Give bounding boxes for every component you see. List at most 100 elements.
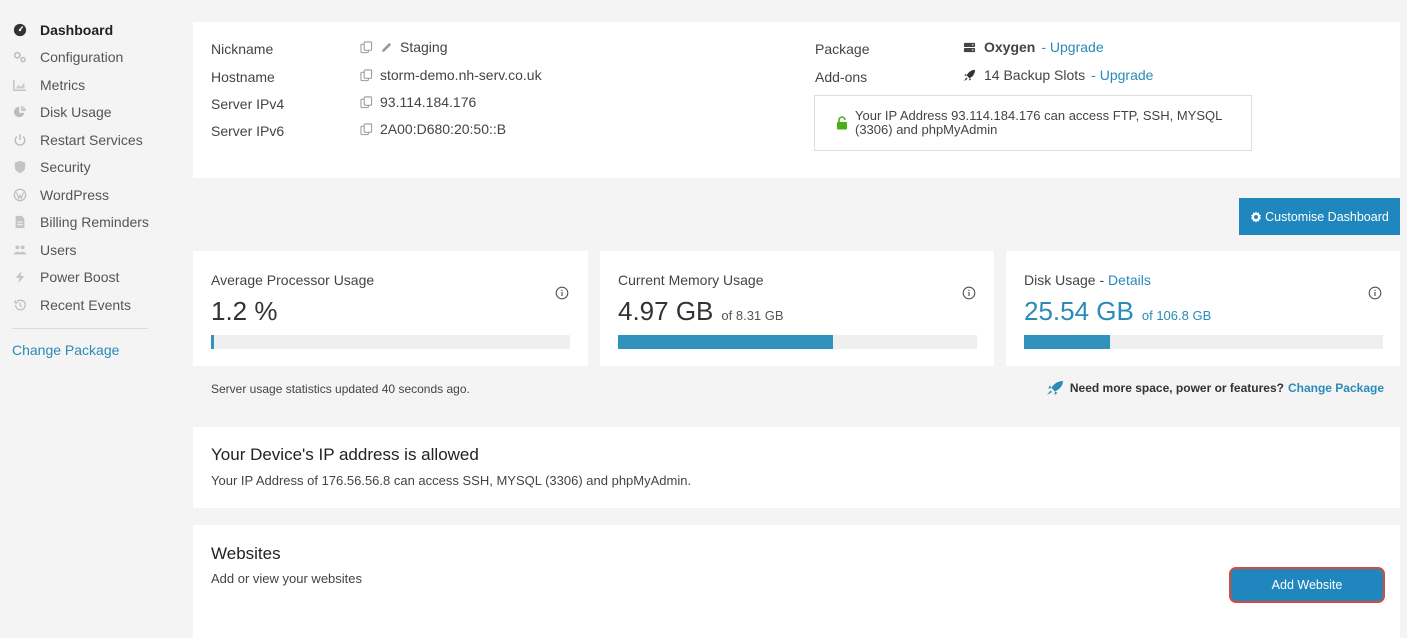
copy-icon[interactable]	[360, 40, 373, 54]
sidebar-item-recent-events[interactable]: Recent Events	[0, 291, 160, 319]
addons-label: Add-ons	[815, 69, 868, 85]
sidebar-divider	[12, 327, 148, 329]
gear-icon	[1251, 210, 1262, 223]
disk-usage-title-sep: -	[1095, 272, 1109, 288]
sidebar-item-label: Users	[40, 241, 77, 258]
cpu-usage-bar	[211, 335, 570, 349]
add-website-button[interactable]: Add Website	[1229, 567, 1385, 603]
sidebar-item-users[interactable]: Users	[0, 236, 160, 264]
cpu-usage-card: Average Processor Usage 1.2 %	[193, 251, 588, 366]
copy-icon[interactable]	[360, 68, 373, 82]
sidebar: Dashboard Configuration Metrics Disk Usa…	[0, 16, 160, 358]
sidebar-item-label: Power Boost	[40, 269, 120, 286]
addons-text: 14 Backup Slots	[984, 67, 1086, 83]
cpu-usage-number: 1.2 %	[211, 296, 278, 326]
disk-usage-value: 25.54 GB of 106.8 GB	[1024, 296, 1211, 327]
pie-chart-icon	[12, 104, 28, 120]
sidebar-item-configuration[interactable]: Configuration	[0, 44, 160, 72]
disk-usage-title-text: Disk Usage	[1024, 272, 1096, 288]
disk-usage-total: of 106.8 GB	[1141, 308, 1212, 323]
sidebar-item-disk-usage[interactable]: Disk Usage	[0, 99, 160, 127]
shield-icon	[12, 159, 28, 175]
need-more-banner: Need more space, power or features? Chan…	[1046, 380, 1384, 396]
sidebar-item-label: WordPress	[40, 186, 109, 203]
package-label: Package	[815, 41, 870, 57]
disk-usage-number: 25.54 GB	[1024, 296, 1134, 326]
sidebar-item-label: Billing Reminders	[40, 214, 149, 231]
nickname-label: Nickname	[211, 41, 274, 57]
sidebar-item-label: Metrics	[40, 76, 86, 93]
ipv6-value: 2A00:D680:20:50::B	[360, 121, 506, 137]
need-more-text: Need more space, power or features?	[1069, 381, 1284, 395]
ip-access-notice: Your IP Address 93.114.184.176 can acces…	[814, 95, 1252, 151]
cpu-usage-title: Average Processor Usage	[211, 272, 375, 288]
wordpress-icon	[12, 187, 28, 203]
sidebar-item-restart-services[interactable]: Restart Services	[0, 126, 160, 154]
sidebar-item-label: Configuration	[40, 49, 124, 66]
bolt-icon	[12, 269, 28, 285]
memory-usage-total: of 8.31 GB	[721, 308, 784, 323]
addons-value: 14 Backup Slots - Upgrade	[963, 67, 1153, 83]
rocket-icon	[1046, 380, 1064, 396]
copy-icon[interactable]	[360, 95, 373, 109]
addons-upgrade-link[interactable]: - Upgrade	[1091, 67, 1153, 83]
ipv4-label: Server IPv4	[211, 96, 285, 112]
package-name: Oxygen	[984, 39, 1036, 55]
sidebar-change-package-link[interactable]: Change Package	[0, 342, 160, 358]
cogs-icon	[12, 49, 28, 65]
customise-dashboard-button[interactable]: Customise Dashboard	[1239, 198, 1400, 235]
copy-icon[interactable]	[360, 122, 373, 136]
users-icon	[12, 242, 28, 258]
sidebar-item-label: Security	[40, 159, 91, 176]
cpu-usage-bar-fill	[211, 335, 214, 349]
customise-dashboard-label: Customise Dashboard	[1265, 209, 1389, 224]
power-icon	[12, 132, 28, 148]
memory-usage-bar-fill	[618, 335, 833, 349]
disk-usage-card: Disk Usage - Details 25.54 GB of 106.8 G…	[1006, 251, 1400, 366]
server-icon	[963, 40, 977, 54]
memory-usage-title: Current Memory Usage	[618, 272, 764, 288]
rocket-icon	[963, 68, 977, 82]
package-upgrade-link[interactable]: - Upgrade	[1041, 39, 1103, 55]
device-ip-text: Your IP Address of 176.56.56.8 can acces…	[211, 473, 692, 488]
memory-usage-value: 4.97 GB of 8.31 GB	[618, 296, 784, 327]
unlock-icon	[836, 116, 848, 130]
sidebar-item-security[interactable]: Security	[0, 154, 160, 182]
sidebar-item-dashboard[interactable]: Dashboard	[0, 16, 160, 44]
sidebar-item-power-boost[interactable]: Power Boost	[0, 264, 160, 292]
ip-access-text: Your IP Address 93.114.184.176 can acces…	[855, 108, 1222, 137]
info-icon[interactable]	[555, 286, 569, 300]
sidebar-item-label: Disk Usage	[40, 104, 112, 121]
history-icon	[12, 297, 28, 313]
info-icon[interactable]	[962, 286, 976, 300]
memory-usage-card: Current Memory Usage 4.97 GB of 8.31 GB	[600, 251, 994, 366]
stats-updated-text: Server usage statistics updated 40 secon…	[211, 382, 470, 396]
sidebar-item-wordpress[interactable]: WordPress	[0, 181, 160, 209]
disk-usage-bar-fill	[1024, 335, 1110, 349]
ipv4-value: 93.114.184.176	[360, 94, 476, 110]
package-value: Oxygen - Upgrade	[963, 39, 1104, 55]
disk-usage-details-link[interactable]: Details	[1108, 272, 1151, 288]
invoice-icon	[12, 214, 28, 230]
disk-usage-title: Disk Usage - Details	[1024, 272, 1151, 288]
sidebar-item-label: Restart Services	[40, 131, 143, 148]
disk-usage-bar	[1024, 335, 1383, 349]
ipv6-text: 2A00:D680:20:50::B	[380, 121, 507, 137]
device-ip-panel: Your Device's IP address is allowed Your…	[193, 427, 1400, 508]
hostname-value: storm-demo.nh-serv.co.uk	[360, 67, 542, 83]
info-icon[interactable]	[1368, 286, 1382, 300]
memory-usage-bar	[618, 335, 977, 349]
sidebar-item-billing-reminders[interactable]: Billing Reminders	[0, 209, 160, 237]
server-info-panel: Nickname Staging Hostname storm-demo.nh-…	[193, 22, 1400, 178]
need-more-change-package-link[interactable]: Change Package	[1288, 381, 1384, 395]
hostname-label: Hostname	[211, 69, 275, 85]
nickname-text: Staging	[400, 39, 448, 55]
pencil-icon[interactable]	[380, 41, 393, 54]
sidebar-item-label: Recent Events	[40, 296, 132, 313]
sidebar-item-metrics[interactable]: Metrics	[0, 71, 160, 99]
ipv4-text: 93.114.184.176	[380, 94, 477, 110]
dashboard-icon	[12, 22, 28, 38]
websites-panel: Websites Add or view your websites Add W…	[193, 525, 1400, 638]
area-chart-icon	[12, 77, 28, 93]
nickname-value: Staging	[360, 39, 447, 55]
